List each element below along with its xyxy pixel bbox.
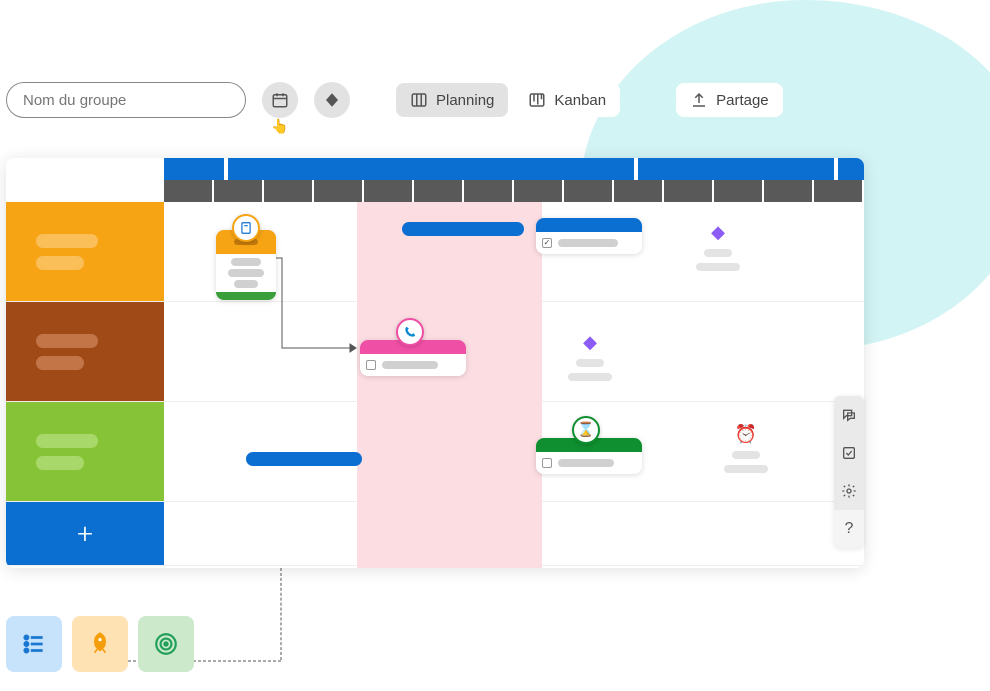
tab-kanban-label: Kanban bbox=[554, 92, 606, 109]
book-icon bbox=[232, 214, 260, 242]
tab-share[interactable]: Partage bbox=[676, 83, 783, 117]
timeline-header bbox=[6, 158, 864, 180]
checkbox-icon bbox=[366, 360, 376, 370]
tab-planning-label: Planning bbox=[436, 92, 494, 109]
phone-icon bbox=[396, 318, 424, 346]
diamond-icon bbox=[323, 91, 341, 109]
list-icon bbox=[21, 631, 47, 657]
help-icon: ? bbox=[845, 520, 854, 538]
rail-help-button[interactable]: ? bbox=[834, 510, 864, 548]
cursor-icon: 👆 bbox=[271, 118, 288, 135]
bottom-tiles bbox=[6, 616, 194, 672]
view-tabs: Planning Kanban Partage bbox=[396, 83, 783, 117]
columns-icon bbox=[410, 91, 428, 109]
gear-icon bbox=[841, 483, 857, 499]
tile-list[interactable] bbox=[6, 616, 62, 672]
tab-share-label: Partage bbox=[716, 92, 769, 109]
diamond-icon: ◆ bbox=[711, 222, 725, 243]
alarm-icon: ⏰ bbox=[735, 424, 757, 445]
rail-chat-button[interactable] bbox=[834, 396, 864, 434]
upload-icon bbox=[690, 91, 708, 109]
calendar-icon bbox=[271, 91, 289, 109]
connector-line bbox=[280, 568, 282, 660]
rail-settings-button[interactable] bbox=[834, 472, 864, 510]
rail-tasks-button[interactable] bbox=[834, 434, 864, 472]
rocket-icon bbox=[87, 631, 113, 657]
tile-target[interactable] bbox=[138, 616, 194, 672]
diamond-icon: ◆ bbox=[583, 332, 597, 353]
chat-icon bbox=[841, 407, 857, 423]
tab-planning[interactable]: Planning bbox=[396, 83, 508, 117]
hourglass-icon: ⌛ bbox=[572, 416, 600, 444]
milestone-marker[interactable]: ◆ bbox=[696, 222, 740, 271]
checkbox-icon bbox=[542, 458, 552, 468]
task-card[interactable] bbox=[536, 218, 642, 254]
right-rail: ? bbox=[834, 396, 864, 548]
target-icon bbox=[153, 631, 179, 657]
calendar-button[interactable]: 👆 bbox=[262, 82, 298, 118]
plus-icon: + bbox=[77, 517, 93, 550]
row-label[interactable] bbox=[6, 302, 164, 401]
timeline-subheader bbox=[6, 180, 864, 202]
tab-kanban[interactable]: Kanban bbox=[514, 83, 620, 117]
task-bar[interactable] bbox=[402, 222, 524, 236]
toolbar: 👆 Planning Kanban Partage bbox=[6, 82, 783, 118]
planning-board: ◆ ◆ bbox=[6, 158, 864, 568]
highlighted-period bbox=[357, 202, 542, 568]
milestone-marker[interactable]: ◆ bbox=[568, 332, 612, 381]
milestone-marker[interactable]: ⏰ bbox=[724, 424, 768, 473]
row-label[interactable] bbox=[6, 402, 164, 501]
milestone-button[interactable] bbox=[314, 82, 350, 118]
task-bar[interactable] bbox=[246, 452, 362, 466]
group-name-input[interactable] bbox=[6, 82, 246, 118]
row-label[interactable] bbox=[6, 202, 164, 301]
check-square-icon bbox=[841, 445, 857, 461]
tile-rocket[interactable] bbox=[72, 616, 128, 672]
checkbox-icon bbox=[542, 238, 552, 248]
kanban-icon bbox=[528, 91, 546, 109]
add-row-button[interactable]: + bbox=[6, 502, 164, 565]
